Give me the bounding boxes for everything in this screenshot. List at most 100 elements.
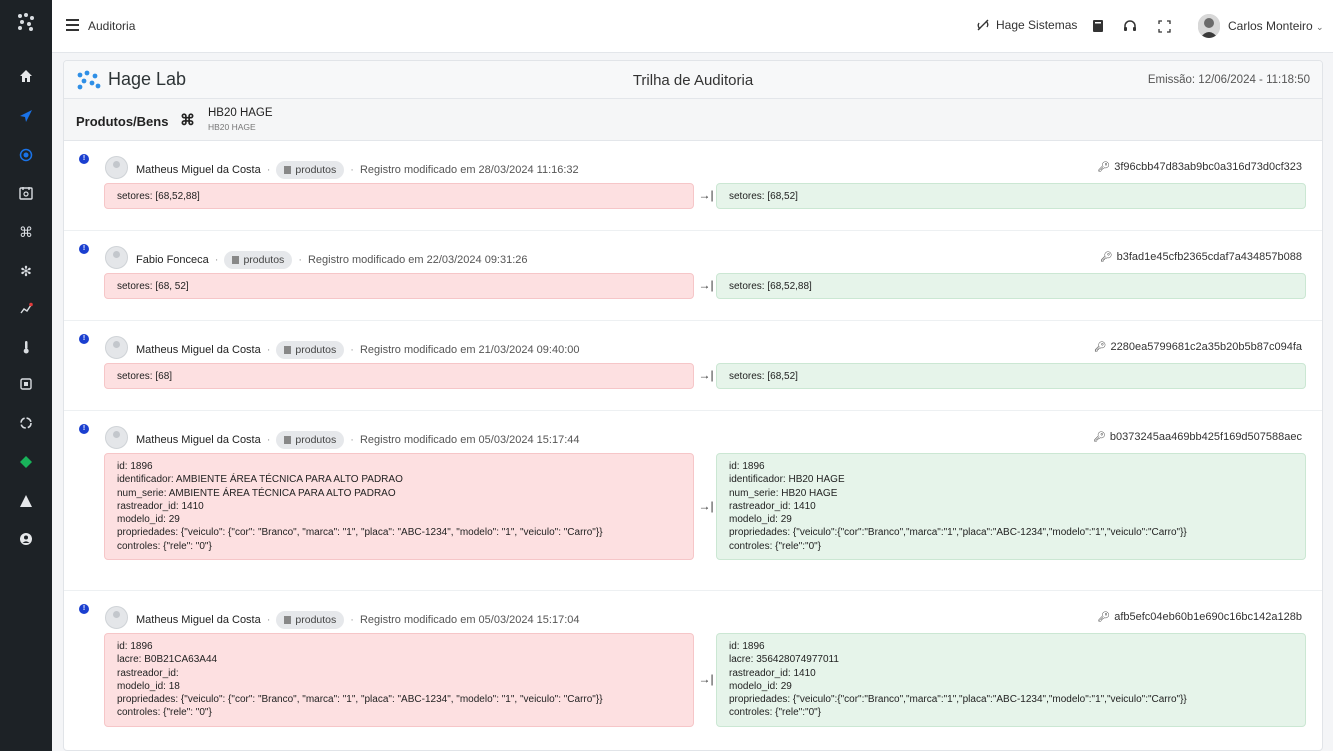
separator: · (266, 164, 271, 176)
table-badge: produtos (276, 341, 345, 359)
entry-user: Fabio Fonceca (136, 254, 209, 266)
new-values: setores: [68,52] (716, 183, 1306, 209)
entry-meta: Matheus Miguel da Costa · produtos · Reg… (136, 611, 580, 629)
arrow-right-icon: →| (698, 498, 714, 513)
old-value-line: rastreador_id: 1410 (117, 500, 204, 512)
diamond-icon[interactable] (0, 450, 52, 474)
entry-message: Registro modificado em 28/03/2024 11:16:… (359, 164, 579, 176)
old-values: setores: [68, 52] (104, 273, 694, 299)
table-icon (284, 166, 292, 174)
chip-icon[interactable] (0, 372, 52, 396)
link-off-icon (977, 19, 989, 31)
badge-label: produtos (243, 254, 285, 266)
new-value-line: controles: {"rele":"0"} (729, 540, 822, 552)
app-logo-icon[interactable] (16, 12, 36, 32)
old-values: id: 1896 lacre: B0B21CA63A44 rastreador_id… (104, 633, 694, 727)
info-icon: ! (79, 244, 89, 254)
key-icon: 🔑︎ (1099, 251, 1113, 263)
avatar (105, 156, 128, 179)
hash-value: b3fad1e45cfb2365cdaf7a434857b088 (1116, 251, 1302, 263)
info-icon: ! (79, 334, 89, 344)
info-icon: ! (79, 604, 89, 614)
thermometer-icon[interactable] (0, 335, 52, 359)
old-value-line: modelo_id: 29 (117, 514, 180, 526)
audit-entry: ! Matheus Miguel da Costa · produtos · R… (64, 591, 1322, 750)
separator: · (266, 434, 271, 446)
old-value-line: id: 1896 (117, 461, 153, 472)
org-switcher[interactable]: Hage Sistemas (976, 18, 1077, 32)
old-value-line: setores: [68,52,88] (117, 191, 200, 202)
new-value-line: propriedades: {"veiculo":{"cor":"Branco"… (729, 694, 1187, 706)
avatar (105, 426, 128, 449)
table-badge: produtos (224, 251, 293, 269)
user-avatar[interactable] (1198, 14, 1220, 38)
home-icon[interactable] (0, 64, 52, 88)
new-value-line: propriedades: {"veiculo":{"cor":"Branco"… (729, 527, 1187, 539)
send-icon[interactable] (0, 104, 52, 128)
new-values: id: 1896 lacre: 356428074977011 rastreador… (716, 633, 1306, 727)
table-badge: produtos (276, 161, 345, 179)
network-icon[interactable] (0, 297, 52, 321)
loader-icon[interactable] (0, 411, 52, 435)
key-icon: 🔑︎ (1093, 341, 1107, 353)
new-values: setores: [68,52,88] (716, 273, 1306, 299)
entry-hash: 🔑︎ 3f96cbb47d83ab9bc0a316d73d0cf323 (1098, 161, 1303, 173)
hamburger-menu-icon[interactable] (66, 19, 79, 31)
table-badge: produtos (276, 611, 345, 629)
old-value-line: lacre: B0B21CA63A44 (117, 654, 218, 666)
audit-entry: ! Matheus Miguel da Costa · produtos · R… (64, 141, 1322, 231)
separator: · (350, 434, 354, 446)
old-value-line: identificador: AMBIENTE ÁREA TÉCNICA PAR… (117, 474, 403, 486)
headset-icon[interactable] (1122, 18, 1138, 34)
entry-user: Matheus Miguel da Costa (136, 344, 261, 356)
arrow-right-icon: →| (698, 278, 714, 292)
cog-icon[interactable]: ✻ (0, 259, 52, 283)
target-icon[interactable] (0, 143, 52, 167)
user-circle-icon[interactable] (0, 527, 52, 551)
old-value-line: id: 1896 (117, 641, 153, 652)
entry-message: Registro modificado em 05/03/2024 15:17:… (359, 434, 580, 446)
separator: · (350, 344, 354, 356)
separator: · (298, 254, 302, 266)
chevron-down-icon: ⌄ (1316, 22, 1324, 32)
old-value-line: controles: {"rele": "0"} (117, 540, 212, 552)
fullscreen-icon[interactable] (1156, 18, 1172, 34)
new-value-line: rastreador_id: 1410 (729, 500, 816, 512)
new-value-line: setores: [68,52,88] (729, 281, 812, 292)
new-value-line: modelo_id: 29 (729, 680, 792, 692)
command-icon[interactable]: ⌘ (0, 220, 52, 244)
entry-hash: 🔑︎ b0373245aa469bb425f169d507588aec (1093, 431, 1302, 443)
old-values: id: 1896 identificador: AMBIENTE ÁREA TÉC… (104, 453, 694, 561)
org-name: Hage Sistemas (996, 18, 1078, 32)
entry-hash: 🔑︎ b3fad1e45cfb2365cdaf7a434857b088 (1100, 251, 1302, 263)
table-icon (284, 346, 292, 354)
report-title: Trilha de Auditoria (632, 72, 754, 89)
key-icon: 🔑︎ (1093, 431, 1106, 443)
book-icon[interactable] (1090, 18, 1106, 34)
separator: · (266, 614, 271, 626)
arrow-right-icon: →| (698, 671, 714, 686)
calendar-search-icon[interactable] (0, 181, 52, 205)
user-name: Carlos Monteiro (1228, 19, 1313, 33)
entry-hash: 🔑︎ afb5efc04eb60b1e690c16bc142a128b (1098, 611, 1303, 623)
avatar (105, 336, 128, 359)
old-value-line: propriedades: {"veiculo": {"cor": "Branc… (117, 527, 603, 539)
key-icon: 🔑︎ (1097, 611, 1111, 623)
hash-value: afb5efc04eb60b1e690c16bc142a128b (1114, 611, 1302, 623)
new-value-line: controles: {"rele":"0"} (729, 707, 822, 719)
key-icon: 🔑︎ (1097, 161, 1111, 173)
new-value-line: id: 1896 (729, 461, 765, 472)
warning-icon[interactable] (0, 489, 52, 513)
new-value-line: setores: [68,52] (729, 191, 798, 202)
separator: · (350, 614, 354, 626)
entry-message: Registro modificado em 22/03/2024 09:31:… (307, 254, 528, 266)
entry-meta: Matheus Miguel da Costa · produtos · Reg… (136, 161, 579, 179)
product-name: HB20 HAGE (208, 107, 273, 119)
table-badge: produtos (276, 431, 345, 449)
new-values: setores: [68,52] (716, 363, 1306, 389)
info-icon: ! (79, 424, 89, 434)
hash-value: 2280ea5799681c2a35b20b5b87c094fa (1110, 341, 1302, 353)
user-menu[interactable]: Carlos Monteiro ⌄ (1228, 19, 1324, 33)
new-values: id: 1896 identificador: HB20 HAGE num_seri… (716, 453, 1306, 561)
emission-date: Emissão: 12/06/2024 - 11:18:50 (1147, 74, 1310, 86)
